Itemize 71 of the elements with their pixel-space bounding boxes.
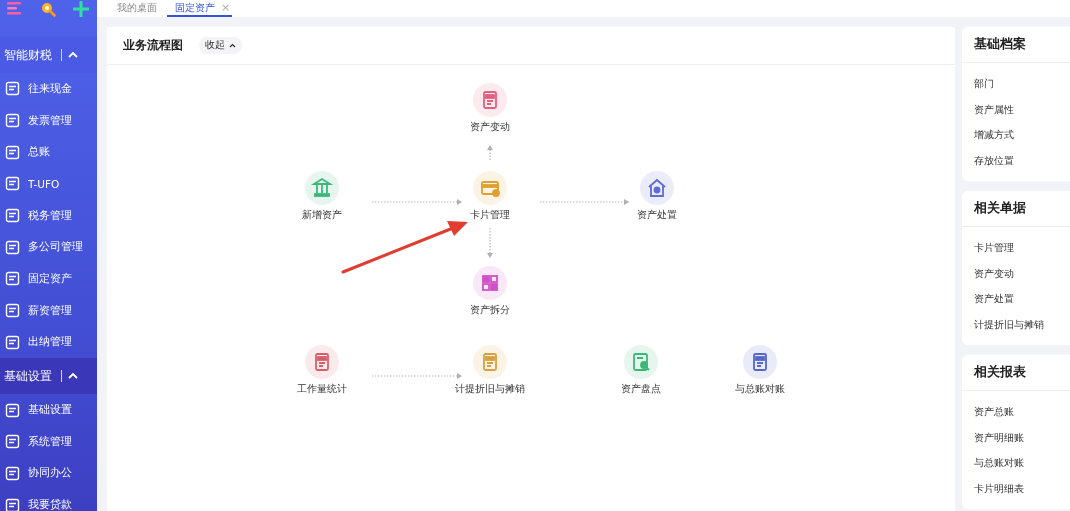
document-icon xyxy=(5,402,20,418)
link-item[interactable]: 计提折旧与摊销 xyxy=(974,311,1070,337)
nav-item[interactable]: 税务管理 xyxy=(0,199,97,232)
document-icon xyxy=(5,434,20,450)
document-icon[interactable] xyxy=(473,83,507,117)
document-icon xyxy=(5,81,20,97)
node-label: 资产处置 xyxy=(636,208,678,221)
link-item[interactable]: 增减方式 xyxy=(974,122,1070,148)
nav-item[interactable]: 往来现金 xyxy=(0,73,97,105)
grid-icon[interactable] xyxy=(473,266,507,300)
chevron-icon xyxy=(229,43,236,48)
connector-arrow xyxy=(487,227,493,259)
link-item[interactable]: 资产处置 xyxy=(974,286,1070,312)
node-label: 与总账对账 xyxy=(734,382,786,395)
tab[interactable]: 固定资产 × xyxy=(167,0,233,17)
node-label: 资产拆分 xyxy=(469,303,511,316)
document-icon xyxy=(5,303,20,319)
document-icon xyxy=(5,144,20,160)
document-icon xyxy=(5,334,20,350)
menu-icon[interactable] xyxy=(6,1,22,15)
add-icon[interactable] xyxy=(73,1,89,17)
document-icon[interactable] xyxy=(305,345,339,379)
node-label: 计提折旧与摊销 xyxy=(454,382,526,395)
link-item[interactable]: 存放位置 xyxy=(974,147,1070,173)
link-item[interactable]: 资产变动 xyxy=(974,260,1070,286)
nav-item[interactable]: T-UFO xyxy=(0,168,97,200)
document-icon xyxy=(5,497,20,511)
nav-item[interactable]: 发票管理 xyxy=(0,104,97,137)
link-item[interactable]: 资产属性 xyxy=(974,96,1070,122)
card-title: 基础档案 xyxy=(962,27,1070,63)
card-title: 相关单据 xyxy=(962,191,1070,227)
nav-item[interactable]: 固定资产 xyxy=(0,263,97,295)
connector-arrow xyxy=(487,144,493,161)
link-item[interactable]: 资产总账 xyxy=(974,399,1070,425)
document-icon[interactable] xyxy=(473,345,507,379)
document-icon xyxy=(5,176,20,192)
document-icon xyxy=(5,465,20,481)
link-item[interactable]: 卡片明细表 xyxy=(974,475,1070,501)
node-label: 资产变动 xyxy=(469,120,511,133)
nav-item[interactable]: 薪资管理 xyxy=(0,294,97,327)
node-label: 工作量统计 xyxy=(296,382,348,395)
section-header[interactable]: 基础设置 xyxy=(0,358,97,395)
nav-item[interactable]: 我要贷款 xyxy=(0,489,97,511)
nav-item[interactable]: 总账 xyxy=(0,136,97,169)
section-header[interactable]: 智能财税 xyxy=(0,37,97,73)
node-label: 新增资产 xyxy=(301,208,343,221)
nav-item[interactable]: 基础设置 xyxy=(0,394,97,426)
node-label: 卡片管理 xyxy=(469,208,511,221)
nav-item[interactable]: 多公司管理 xyxy=(0,231,97,264)
tab[interactable]: 我的桌面 xyxy=(117,0,157,17)
nav-item[interactable]: 协同办公 xyxy=(0,457,97,490)
document-icon xyxy=(5,113,20,129)
nav-item[interactable]: 系统管理 xyxy=(0,425,97,458)
collapse-button[interactable]: 收起 xyxy=(199,37,242,54)
card-icon[interactable] xyxy=(473,171,507,205)
card-title: 相关报表 xyxy=(962,355,1070,391)
link-item[interactable]: 卡片管理 xyxy=(974,235,1070,261)
bank-icon[interactable] xyxy=(305,171,339,205)
node-label: 资产盘点 xyxy=(620,382,662,395)
document-icon[interactable] xyxy=(743,345,777,379)
nav-item[interactable]: 出纳管理 xyxy=(0,326,97,359)
link-item[interactable]: 资产明细账 xyxy=(974,424,1070,450)
link-item[interactable]: 部门 xyxy=(974,71,1070,97)
document-icon xyxy=(5,271,20,287)
panel-title: 业务流程图 xyxy=(123,37,183,54)
link-item[interactable]: 与总账对账 xyxy=(974,450,1070,476)
house-icon[interactable] xyxy=(640,171,674,205)
document-icon xyxy=(5,239,20,255)
magnifier-icon[interactable] xyxy=(624,345,658,379)
search-icon[interactable] xyxy=(39,1,56,17)
document-icon xyxy=(5,208,20,224)
